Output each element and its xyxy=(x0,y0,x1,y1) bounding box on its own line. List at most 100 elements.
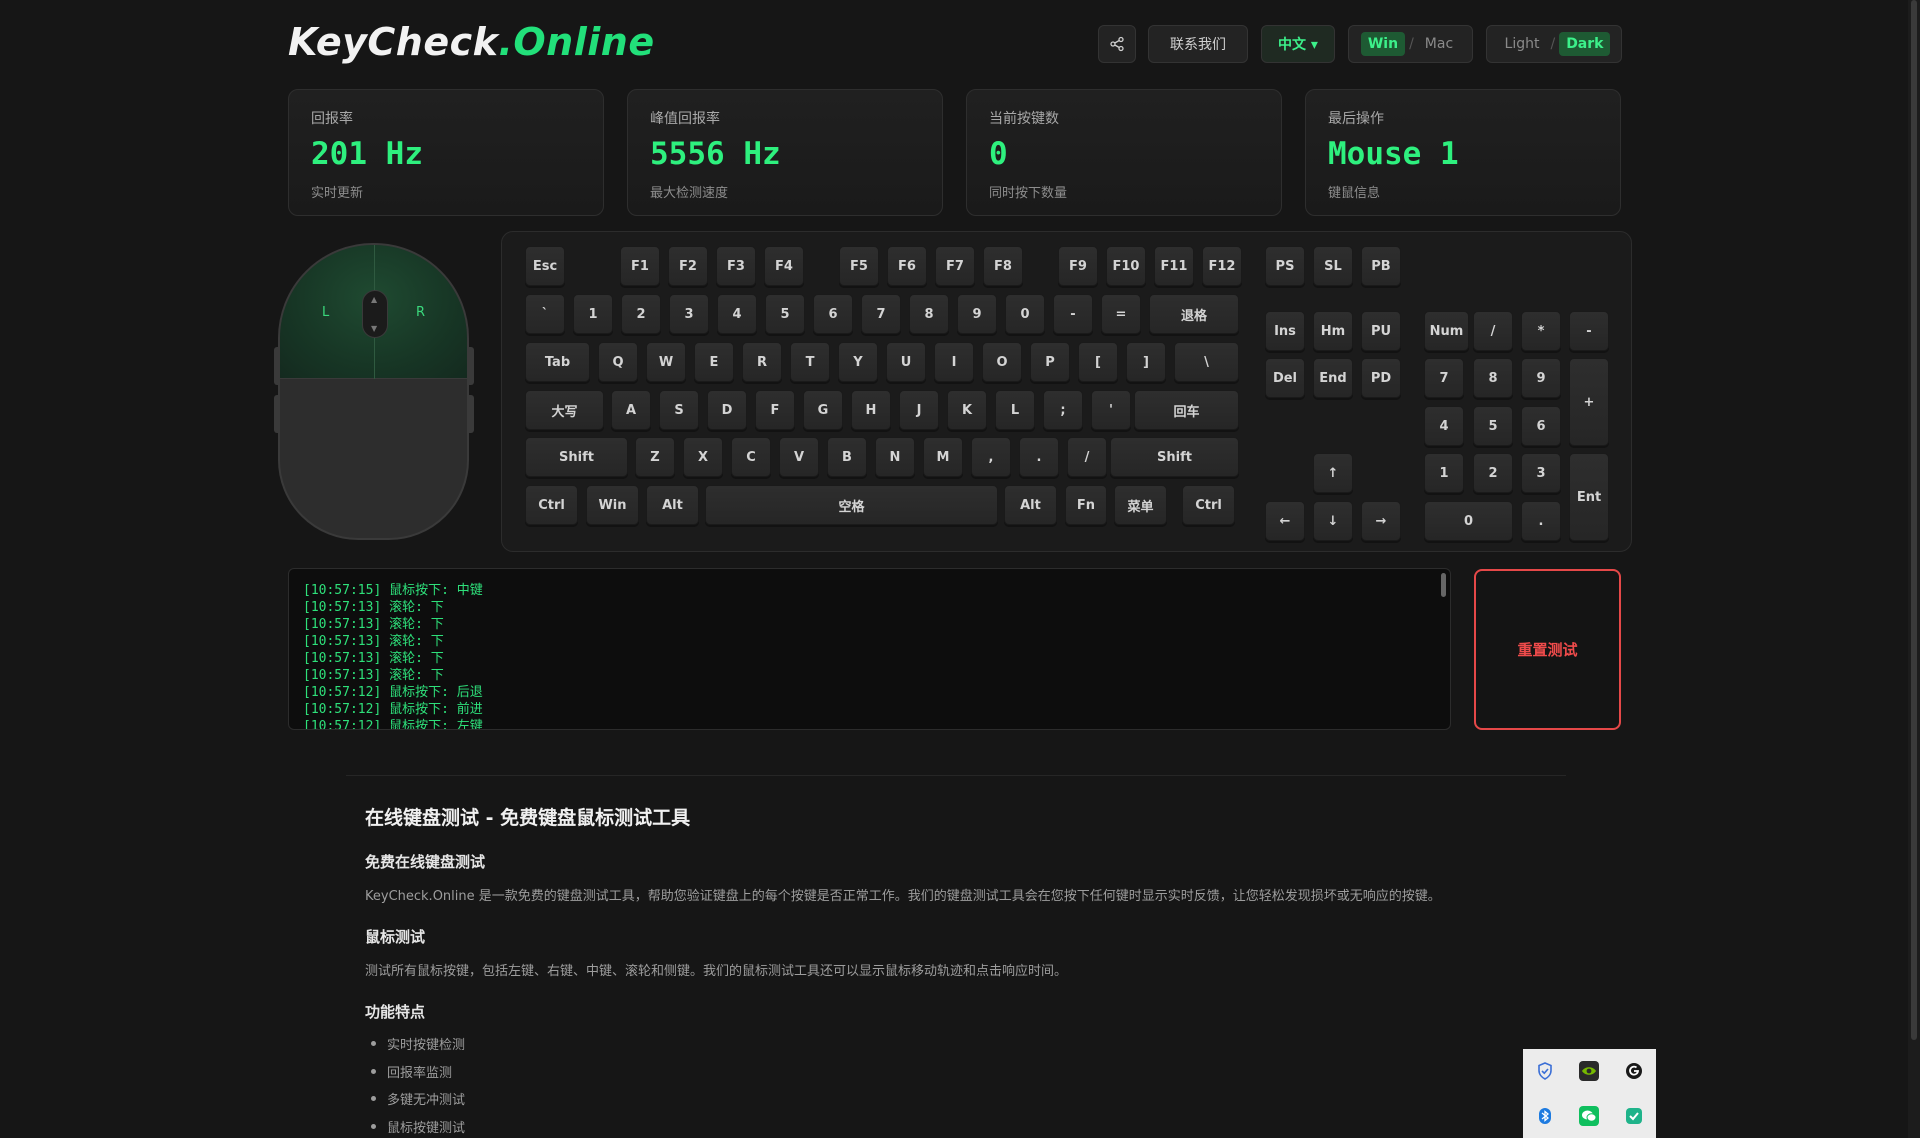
key-Ctrl[interactable]: Ctrl xyxy=(525,485,578,525)
key-菜单[interactable]: 菜单 xyxy=(1114,485,1167,525)
key-A[interactable]: A xyxy=(611,390,651,430)
key-Shift[interactable]: Shift xyxy=(525,437,628,477)
key-F4[interactable]: F4 xyxy=(764,246,804,286)
key-Ins[interactable]: Ins xyxy=(1265,311,1305,351)
key-G[interactable]: G xyxy=(803,390,843,430)
key-Alt[interactable]: Alt xyxy=(646,485,699,525)
reset-test-button[interactable]: 重置测试 xyxy=(1474,569,1621,730)
theme-toggle[interactable]: Light / Dark xyxy=(1486,25,1622,63)
key-Fn[interactable]: Fn xyxy=(1065,485,1107,525)
key-←[interactable]: ← xyxy=(1265,501,1305,541)
key-X[interactable]: X xyxy=(683,437,723,477)
key-Del[interactable]: Del xyxy=(1265,358,1305,398)
key-大写[interactable]: 大写 xyxy=(525,390,604,430)
key-*[interactable]: * xyxy=(1521,311,1561,351)
key-PD[interactable]: PD xyxy=(1361,358,1401,398)
theme-light-option[interactable]: Light xyxy=(1498,32,1547,56)
key-PU[interactable]: PU xyxy=(1361,311,1401,351)
contact-button[interactable]: 联系我们 xyxy=(1148,25,1248,63)
os-win-option[interactable]: Win xyxy=(1360,32,1406,56)
site-logo[interactable]: KeyCheck.Online xyxy=(288,20,655,64)
key-1[interactable]: 1 xyxy=(573,294,613,334)
key-Shift[interactable]: Shift xyxy=(1110,437,1239,477)
key-'[interactable]: ' xyxy=(1091,390,1131,430)
key-4[interactable]: 4 xyxy=(717,294,757,334)
key-,[interactable]: , xyxy=(971,437,1011,477)
key-F10[interactable]: F10 xyxy=(1106,246,1146,286)
key-F[interactable]: F xyxy=(755,390,795,430)
key-PB[interactable]: PB xyxy=(1361,246,1401,286)
share-button[interactable] xyxy=(1098,25,1136,63)
key-8[interactable]: 8 xyxy=(909,294,949,334)
key-7[interactable]: 7 xyxy=(861,294,901,334)
app-icon[interactable] xyxy=(1624,1106,1644,1126)
key-↓[interactable]: ↓ xyxy=(1313,501,1353,541)
key-;[interactable]: ; xyxy=(1043,390,1083,430)
key-][interactable]: ] xyxy=(1126,342,1166,382)
key--[interactable]: - xyxy=(1569,311,1609,351)
key-+[interactable]: + xyxy=(1569,358,1609,446)
key-U[interactable]: U xyxy=(886,342,926,382)
key-T[interactable]: T xyxy=(790,342,830,382)
key-=[interactable]: = xyxy=(1101,294,1141,334)
key-↑[interactable]: ↑ xyxy=(1313,453,1353,493)
key-C[interactable]: C xyxy=(731,437,771,477)
key-L[interactable]: L xyxy=(995,390,1035,430)
page-scrollbar[interactable] xyxy=(1908,0,1920,1138)
logitech-icon[interactable] xyxy=(1624,1061,1644,1081)
theme-dark-option[interactable]: Dark xyxy=(1559,32,1611,56)
key-F8[interactable]: F8 xyxy=(983,246,1023,286)
key-F7[interactable]: F7 xyxy=(935,246,975,286)
key-3[interactable]: 3 xyxy=(669,294,709,334)
key-Esc[interactable]: Esc xyxy=(525,246,565,286)
key-F6[interactable]: F6 xyxy=(887,246,927,286)
key-退格[interactable]: 退格 xyxy=(1149,294,1239,334)
key-F5[interactable]: F5 xyxy=(839,246,879,286)
key-F11[interactable]: F11 xyxy=(1154,246,1194,286)
key-回车[interactable]: 回车 xyxy=(1134,390,1239,430)
mouse-visual[interactable]: L R ▲ ▼ xyxy=(278,243,469,540)
bluetooth-icon[interactable] xyxy=(1535,1106,1555,1126)
key-F2[interactable]: F2 xyxy=(668,246,708,286)
key-5[interactable]: 5 xyxy=(1473,406,1513,446)
key-2[interactable]: 2 xyxy=(621,294,661,334)
key-SL[interactable]: SL xyxy=(1313,246,1353,286)
key--[interactable]: - xyxy=(1053,294,1093,334)
key-Tab[interactable]: Tab xyxy=(525,342,590,382)
os-mac-option[interactable]: Mac xyxy=(1418,32,1460,56)
key-4[interactable]: 4 xyxy=(1424,406,1464,446)
key-0[interactable]: 0 xyxy=(1424,501,1513,541)
key-`[interactable]: ` xyxy=(525,294,565,334)
key-B[interactable]: B xyxy=(827,437,867,477)
key-K[interactable]: K xyxy=(947,390,987,430)
key-\[interactable]: \ xyxy=(1174,342,1239,382)
key-F1[interactable]: F1 xyxy=(620,246,660,286)
os-toggle[interactable]: Win / Mac xyxy=(1348,25,1473,63)
key-7[interactable]: 7 xyxy=(1424,358,1464,398)
key-F12[interactable]: F12 xyxy=(1202,246,1242,286)
shield-icon[interactable] xyxy=(1535,1061,1555,1081)
mouse-wheel[interactable]: ▲ ▼ xyxy=(362,290,388,338)
key-End[interactable]: End xyxy=(1313,358,1353,398)
language-select[interactable]: 中文 ▾ xyxy=(1261,25,1335,63)
key-Win[interactable]: Win xyxy=(586,485,639,525)
key-Num[interactable]: Num xyxy=(1424,311,1469,351)
key-3[interactable]: 3 xyxy=(1521,453,1561,493)
key-9[interactable]: 9 xyxy=(1521,358,1561,398)
key-F9[interactable]: F9 xyxy=(1058,246,1098,286)
key-6[interactable]: 6 xyxy=(813,294,853,334)
key-S[interactable]: S xyxy=(659,390,699,430)
key-5[interactable]: 5 xyxy=(765,294,805,334)
key-Ctrl[interactable]: Ctrl xyxy=(1182,485,1235,525)
key-H[interactable]: H xyxy=(851,390,891,430)
key-PS[interactable]: PS xyxy=(1265,246,1305,286)
key-V[interactable]: V xyxy=(779,437,819,477)
key-Q[interactable]: Q xyxy=(598,342,638,382)
event-log[interactable]: [10:57:15] 鼠标按下: 中键 [10:57:13] 滚轮: 下 [10:5… xyxy=(288,568,1451,730)
key-N[interactable]: N xyxy=(875,437,915,477)
key-→[interactable]: → xyxy=(1361,501,1401,541)
key-Y[interactable]: Y xyxy=(838,342,878,382)
key-Alt[interactable]: Alt xyxy=(1004,485,1057,525)
key-9[interactable]: 9 xyxy=(957,294,997,334)
key-8[interactable]: 8 xyxy=(1473,358,1513,398)
